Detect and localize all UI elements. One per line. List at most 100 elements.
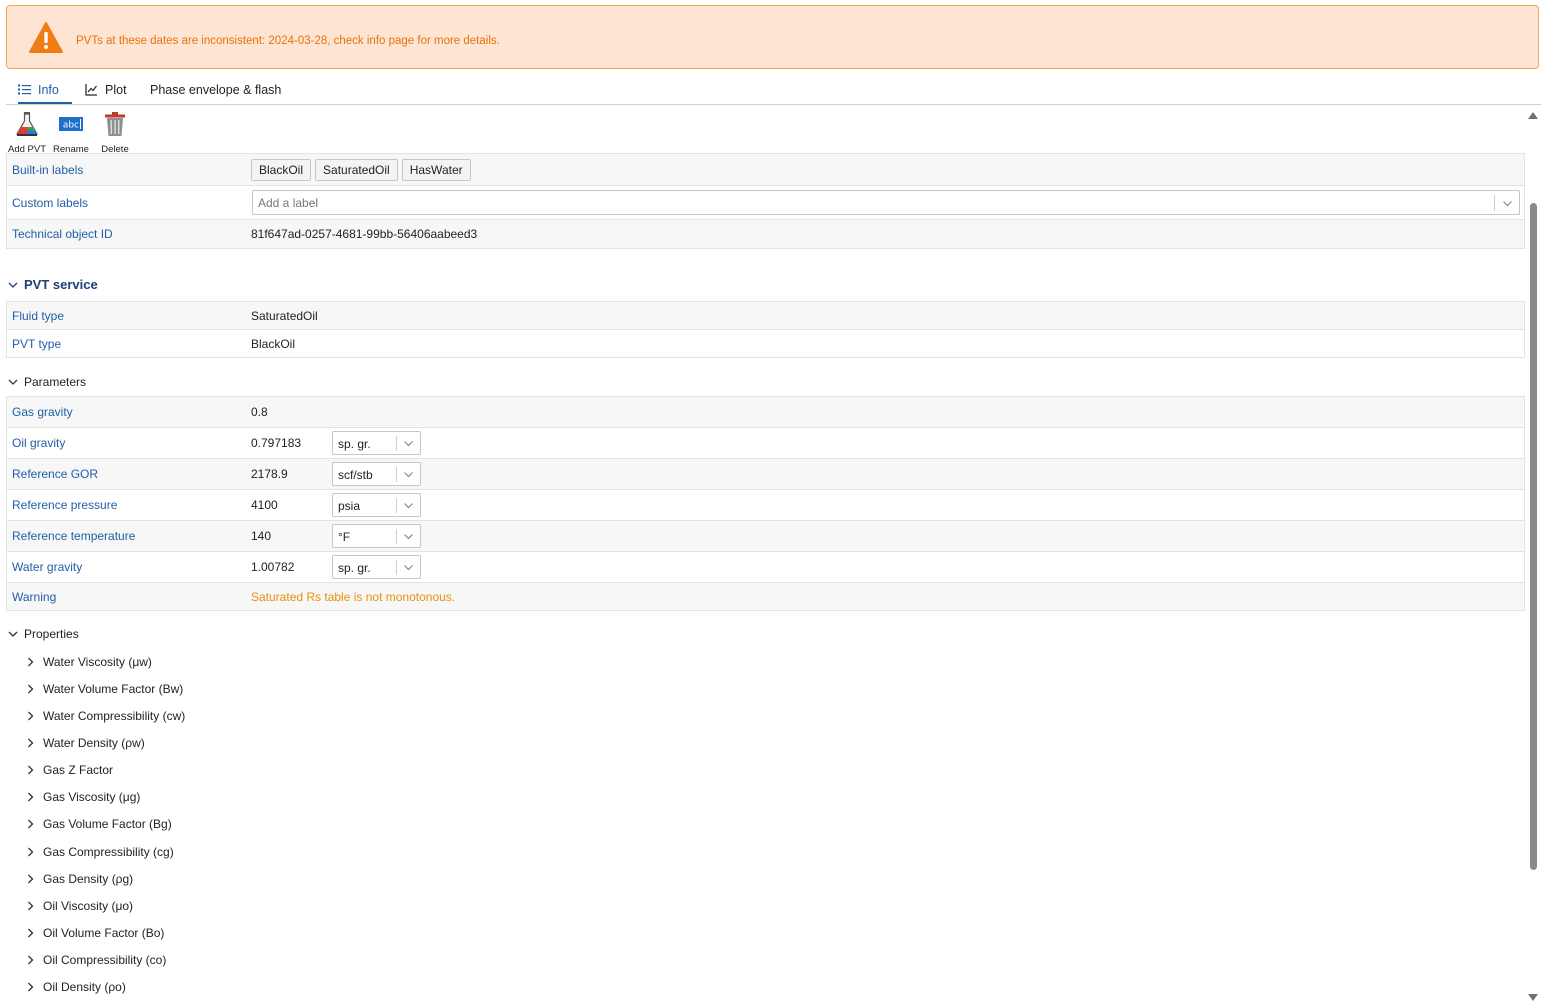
property-label: Oil Density (ρo) <box>43 980 126 994</box>
property-label: Water Compressibility (cw) <box>43 709 186 723</box>
banner-message: PVTs at these dates are inconsistent: 20… <box>76 35 500 47</box>
oil-gravity-unit-select[interactable]: sp. gr. <box>332 431 421 455</box>
chevron-right-icon <box>28 901 34 911</box>
property-item-oil-compressibility[interactable]: Oil Compressibility (co) <box>26 952 166 968</box>
pvt-type-key: PVT type <box>12 336 62 351</box>
rename-button[interactable]: abc Rename <box>49 111 93 155</box>
dropdown-separator <box>396 498 397 513</box>
rename-icon: abc <box>59 117 83 131</box>
property-item-water-volume-factor[interactable]: Water Volume Factor (Bw) <box>26 681 183 697</box>
property-item-gas-viscosity[interactable]: Gas Viscosity (μg) <box>26 789 140 805</box>
chevron-down-icon[interactable] <box>1503 199 1512 208</box>
properties-title: Properties <box>24 627 79 641</box>
chevron-right-icon <box>28 874 34 884</box>
chevron-down-icon <box>8 379 18 385</box>
chevron-right-icon <box>28 792 34 802</box>
builtin-labels-key: Built-in labels <box>12 162 84 177</box>
custom-labels-key: Custom labels <box>12 195 89 210</box>
property-label: Gas Volume Factor (Bg) <box>43 817 172 831</box>
delete-button[interactable]: Delete <box>93 111 137 155</box>
tab-info-label: Info <box>38 82 59 97</box>
unit-value: psia <box>338 499 361 513</box>
chevron-down-icon <box>404 472 413 478</box>
water-gravity-value: 1.00782 <box>251 560 295 574</box>
water-gravity-unit-select[interactable]: sp. gr. <box>332 555 421 579</box>
chevron-down-icon <box>404 534 413 540</box>
chevron-right-icon <box>28 657 34 667</box>
chevron-down-icon <box>404 441 413 447</box>
water-gravity-key: Water gravity <box>12 560 83 574</box>
table-row: Oil gravity 0.797183 sp. gr. <box>7 428 1524 459</box>
property-item-gas-compressibility[interactable]: Gas Compressibility (cg) <box>26 844 174 860</box>
ref-gor-unit-select[interactable]: scf/stb <box>332 462 421 486</box>
parameters-section-header[interactable]: Parameters <box>8 374 86 390</box>
dropdown-separator <box>396 467 397 482</box>
property-item-water-density[interactable]: Water Density (ρw) <box>26 735 145 751</box>
parameters-title: Parameters <box>24 375 87 389</box>
property-item-gas-z-factor[interactable]: Gas Z Factor <box>26 762 113 778</box>
chevron-right-icon <box>28 765 34 775</box>
property-item-water-compressibility[interactable]: Water Compressibility (cw) <box>26 708 185 724</box>
warning-icon <box>29 22 63 53</box>
property-item-oil-density[interactable]: Oil Density (ρo) <box>26 979 126 995</box>
table-row: Built-in labels BlackOil SaturatedOil Ha… <box>7 154 1524 186</box>
ref-pressure-unit-select[interactable]: psia <box>332 493 421 517</box>
general-info-table: Built-in labels BlackOil SaturatedOil Ha… <box>6 153 1525 249</box>
chevron-right-icon <box>28 982 34 992</box>
property-label: Water Volume Factor (Bw) <box>43 682 184 696</box>
ref-pressure-key: Reference pressure <box>12 498 118 512</box>
fluid-type-value: SaturatedOil <box>251 308 318 323</box>
tab-plot[interactable]: Plot <box>85 76 127 103</box>
custom-labels-input[interactable]: Add a label <box>252 190 1520 215</box>
scrollbar-thumb[interactable] <box>1530 203 1537 870</box>
dropdown-separator <box>396 436 397 451</box>
property-item-gas-density[interactable]: Gas Density (ρg) <box>26 871 133 887</box>
table-row: Reference temperature 140 °F <box>7 521 1524 552</box>
property-item-gas-volume-factor[interactable]: Gas Volume Factor (Bg) <box>26 816 172 832</box>
pvt-service-section-header[interactable]: PVT service <box>8 276 98 293</box>
table-row: Fluid type SaturatedOil <box>7 302 1524 330</box>
properties-section-header[interactable]: Properties <box>8 626 79 642</box>
property-item-water-viscosity[interactable]: Water Viscosity (μw) <box>26 654 152 670</box>
unit-value: sp. gr. <box>338 437 371 451</box>
oil-gravity-value: 0.797183 <box>251 436 302 450</box>
ref-gor-value: 2178.9 <box>251 467 288 481</box>
list-icon <box>18 84 31 95</box>
line-chart-icon <box>85 84 97 96</box>
property-item-oil-volume-factor[interactable]: Oil Volume Factor (Bo) <box>26 925 164 941</box>
chevron-right-icon <box>28 928 34 938</box>
chevron-down-icon <box>8 631 18 637</box>
property-label: Oil Viscosity (μo) <box>43 899 134 913</box>
parameters-table: Gas gravity 0.8 Oil gravity 0.797183 sp.… <box>6 396 1525 611</box>
dropdown-separator <box>396 560 397 575</box>
scroll-up-arrow-icon[interactable] <box>1528 112 1538 119</box>
tab-info[interactable]: Info <box>18 76 72 104</box>
ref-temp-value: 140 <box>251 529 272 543</box>
tab-phase-envelope-label: Phase envelope & flash <box>150 82 282 97</box>
property-label: Oil Volume Factor (Bo) <box>43 926 165 940</box>
ref-temp-unit-select[interactable]: °F <box>332 524 421 548</box>
warning-banner: PVTs at these dates are inconsistent: 20… <box>6 5 1539 69</box>
unit-value: scf/stb <box>338 468 373 482</box>
ref-temp-key: Reference temperature <box>12 529 136 543</box>
property-item-oil-viscosity[interactable]: Oil Viscosity (μo) <box>26 898 133 914</box>
oil-gravity-key: Oil gravity <box>12 436 66 450</box>
svg-text:abc: abc <box>63 121 79 131</box>
flask-icon <box>15 112 39 136</box>
add-pvt-button[interactable]: Add PVT <box>5 111 49 155</box>
chevron-right-icon <box>28 711 34 721</box>
dropdown-separator <box>1494 195 1495 211</box>
pvt-service-table: Fluid type SaturatedOil PVT type BlackOi… <box>6 301 1525 358</box>
trash-icon <box>105 112 125 136</box>
property-label: Gas Z Factor <box>43 763 114 777</box>
label-chip: HasWater <box>401 158 471 181</box>
table-row: Reference pressure 4100 psia <box>7 490 1524 521</box>
chevron-down-icon <box>404 565 413 571</box>
gas-gravity-key: Gas gravity <box>12 405 73 419</box>
table-row: PVT type BlackOil <box>7 330 1524 358</box>
property-label: Gas Viscosity (μg) <box>43 790 141 804</box>
scroll-down-arrow-icon[interactable] <box>1528 994 1538 1001</box>
builtin-labels-value: BlackOil SaturatedOil HasWater <box>251 154 475 185</box>
chevron-right-icon <box>28 738 34 748</box>
tab-phase-envelope[interactable]: Phase envelope & flash <box>150 76 281 103</box>
